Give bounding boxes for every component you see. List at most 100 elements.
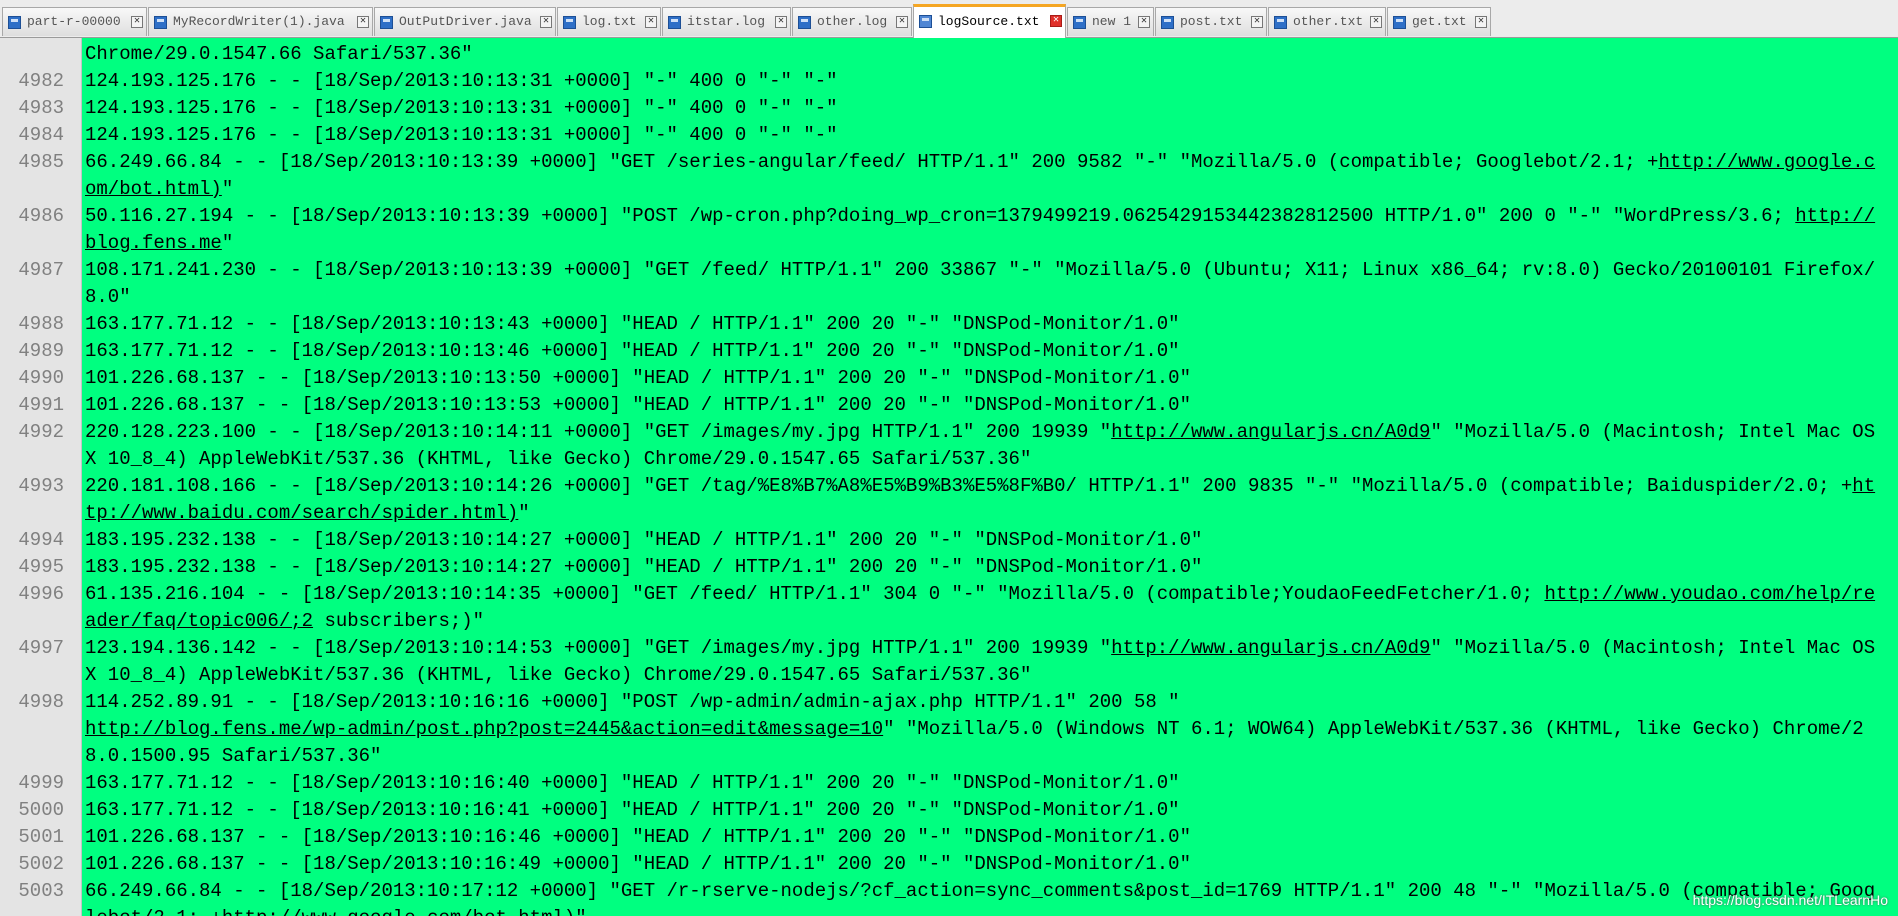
line-text[interactable]: 124.193.125.176 - - [18/Sep/2013:10:13:3… (85, 95, 1880, 122)
code-line[interactable]: 4988 163.177.71.12 - - [18/Sep/2013:10:13… (0, 311, 1898, 338)
code-line[interactable]: 4998 114.252.89.91 - - [18/Sep/2013:10:16… (0, 689, 1898, 770)
line-text[interactable]: 108.171.241.230 - - [18/Sep/2013:10:13:3… (85, 257, 1880, 311)
line-text[interactable]: 123.194.136.142 - - [18/Sep/2013:10:14:5… (85, 635, 1880, 689)
line-text[interactable]: 183.195.232.138 - - [18/Sep/2013:10:14:2… (85, 527, 1880, 554)
code-line[interactable]: 4987 108.171.241.230 - - [18/Sep/2013:10:… (0, 257, 1898, 311)
code-line[interactable]: 4990 101.226.68.137 - - [18/Sep/2013:10:1… (0, 365, 1898, 392)
code-line[interactable]: 4985 66.249.66.84 - - [18/Sep/2013:10:13:… (0, 149, 1898, 203)
code-line[interactable]: 4994 183.195.232.138 - - [18/Sep/2013:10:… (0, 527, 1898, 554)
line-text[interactable]: 101.226.68.137 - - [18/Sep/2013:10:16:46… (85, 824, 1880, 851)
line-number: 4983 (18, 97, 64, 119)
url-link[interactable]: http://blog.fens.me/wp-admin/post.php?po… (85, 718, 883, 740)
line-text[interactable]: 101.226.68.137 - - [18/Sep/2013:10:13:50… (85, 365, 1880, 392)
line-number: 4997 (18, 637, 64, 659)
code-line[interactable]: 4999 163.177.71.12 - - [18/Sep/2013:10:16… (0, 770, 1898, 797)
line-number: 4998 (18, 691, 64, 713)
close-icon[interactable]: ✕ (1138, 16, 1150, 28)
text-segment: 163.177.71.12 - - [18/Sep/2013:10:16:40 … (85, 772, 1180, 794)
close-icon[interactable]: ✕ (775, 16, 787, 28)
line-number: 4994 (18, 529, 64, 551)
tab-new-1[interactable]: new 1 ✕ (1067, 7, 1154, 36)
code-line[interactable]: 4984 124.193.125.176 - - [18/Sep/2013:10:… (0, 122, 1898, 149)
code-line[interactable]: 5001 101.226.68.137 - - [18/Sep/2013:10:1… (0, 824, 1898, 851)
tab-other-txt[interactable]: other.txt ✕ (1268, 7, 1386, 36)
save-file-icon (919, 15, 932, 28)
code-line[interactable]: 4986 50.116.27.194 - - [18/Sep/2013:10:13… (0, 203, 1898, 257)
line-text[interactable]: 220.181.108.166 - - [18/Sep/2013:10:14:2… (85, 473, 1880, 527)
tab-post-txt[interactable]: post.txt ✕ (1155, 7, 1267, 36)
file-icon (798, 16, 811, 29)
tab-myrecordwriter[interactable]: MyRecordWriter(1).java ✕ (148, 7, 373, 36)
close-icon[interactable]: ✕ (357, 16, 369, 28)
code-line[interactable]: 5002 101.226.68.137 - - [18/Sep/2013:10:1… (0, 851, 1898, 878)
code-line[interactable]: 5003 66.249.66.84 - - [18/Sep/2013:10:17:… (0, 878, 1898, 916)
close-icon[interactable]: ✕ (131, 16, 143, 28)
close-icon[interactable]: ✕ (1251, 16, 1263, 28)
line-text[interactable]: 124.193.125.176 - - [18/Sep/2013:10:13:3… (85, 68, 1880, 95)
text-segment: 61.135.216.104 - - [18/Sep/2013:10:14:35… (85, 583, 1545, 605)
tab-log-txt[interactable]: log.txt ✕ (557, 7, 661, 36)
editor-content[interactable]: Chrome/29.0.1547.66 Safari/537.36" 4982 12… (0, 38, 1898, 916)
text-segment: Chrome/29.0.1547.66 Safari/537.36" (85, 43, 473, 65)
line-text[interactable]: 124.193.125.176 - - [18/Sep/2013:10:13:3… (85, 122, 1880, 149)
line-number: 4982 (18, 70, 64, 92)
code-line[interactable]: 5000 163.177.71.12 - - [18/Sep/2013:10:16… (0, 797, 1898, 824)
url-link[interactable]: http://www.angularjs.cn/A0d9 (1111, 421, 1430, 443)
code-line[interactable]: 4989 163.177.71.12 - - [18/Sep/2013:10:13… (0, 338, 1898, 365)
close-icon[interactable]: ✕ (1050, 15, 1062, 27)
line-number: 4986 (18, 205, 64, 227)
line-text[interactable]: 183.195.232.138 - - [18/Sep/2013:10:14:2… (85, 554, 1880, 581)
text-editor[interactable]: Chrome/29.0.1547.66 Safari/537.36" 4982 12… (0, 38, 1898, 916)
text-segment: 183.195.232.138 - - [18/Sep/2013:10:14:2… (85, 529, 1203, 551)
code-line[interactable]: 4983 124.193.125.176 - - [18/Sep/2013:10:… (0, 95, 1898, 122)
code-line[interactable]: 4996 61.135.216.104 - - [18/Sep/2013:10:1… (0, 581, 1898, 635)
line-number: 4995 (18, 556, 64, 578)
line-text[interactable]: 163.177.71.12 - - [18/Sep/2013:10:16:41 … (85, 797, 1880, 824)
tab-logsource-txt[interactable]: logSource.txt ✕ (913, 4, 1066, 38)
line-text[interactable]: 61.135.216.104 - - [18/Sep/2013:10:14:35… (85, 581, 1880, 635)
url-link[interactable]: http://www.google.com/bot.html) (222, 907, 575, 916)
close-icon[interactable]: ✕ (645, 16, 657, 28)
text-segment: 101.226.68.137 - - [18/Sep/2013:10:13:53… (85, 394, 1191, 416)
tab-part-r-00000[interactable]: part-r-00000 ✕ (2, 7, 147, 36)
code-line[interactable]: 4982 124.193.125.176 - - [18/Sep/2013:10:… (0, 68, 1898, 95)
code-line[interactable]: Chrome/29.0.1547.66 Safari/537.36" (0, 41, 1898, 68)
close-icon[interactable]: ✕ (896, 16, 908, 28)
text-segment: 101.226.68.137 - - [18/Sep/2013:10:13:50… (85, 367, 1191, 389)
line-number: 4989 (18, 340, 64, 362)
text-segment: 163.177.71.12 - - [18/Sep/2013:10:16:41 … (85, 799, 1180, 821)
code-line[interactable]: 4992 220.128.223.100 - - [18/Sep/2013:10:… (0, 419, 1898, 473)
code-line[interactable]: 4991 101.226.68.137 - - [18/Sep/2013:10:1… (0, 392, 1898, 419)
close-icon[interactable]: ✕ (1370, 16, 1382, 28)
line-number: 4987 (18, 259, 64, 281)
line-text[interactable]: 220.128.223.100 - - [18/Sep/2013:10:14:1… (85, 419, 1880, 473)
code-line[interactable]: 4995 183.195.232.138 - - [18/Sep/2013:10:… (0, 554, 1898, 581)
text-segment: " (575, 907, 586, 916)
line-text[interactable]: 163.177.71.12 - - [18/Sep/2013:10:13:46 … (85, 338, 1880, 365)
tab-label: get.txt (1412, 14, 1467, 29)
close-icon[interactable]: ✕ (1475, 16, 1487, 28)
tab-get-txt[interactable]: get.txt ✕ (1387, 7, 1491, 36)
tab-other-log[interactable]: other.log ✕ (792, 7, 912, 36)
tab-itstar-log[interactable]: itstar.log ✕ (662, 7, 791, 36)
line-text[interactable]: Chrome/29.0.1547.66 Safari/537.36" (85, 41, 1880, 68)
vertical-scrollbar[interactable] (1892, 38, 1898, 916)
code-line[interactable]: 4993 220.181.108.166 - - [18/Sep/2013:10:… (0, 473, 1898, 527)
line-text[interactable]: 101.226.68.137 - - [18/Sep/2013:10:16:49… (85, 851, 1880, 878)
line-number: 4993 (18, 475, 64, 497)
code-line[interactable]: 4997 123.194.136.142 - - [18/Sep/2013:10:… (0, 635, 1898, 689)
line-text[interactable]: 101.226.68.137 - - [18/Sep/2013:10:13:53… (85, 392, 1880, 419)
line-number: 5002 (18, 853, 64, 875)
close-icon[interactable]: ✕ (540, 16, 552, 28)
line-text[interactable]: 66.249.66.84 - - [18/Sep/2013:10:17:12 +… (85, 878, 1880, 916)
tab-outputdriver[interactable]: OutPutDriver.java ✕ (374, 7, 556, 36)
line-text[interactable]: 50.116.27.194 - - [18/Sep/2013:10:13:39 … (85, 203, 1880, 257)
line-text[interactable]: 163.177.71.12 - - [18/Sep/2013:10:16:40 … (85, 770, 1880, 797)
line-text[interactable]: 114.252.89.91 - - [18/Sep/2013:10:16:16 … (85, 689, 1880, 770)
url-link[interactable]: http://www.angularjs.cn/A0d9 (1111, 637, 1430, 659)
line-text[interactable]: 163.177.71.12 - - [18/Sep/2013:10:13:43 … (85, 311, 1880, 338)
line-text[interactable]: 66.249.66.84 - - [18/Sep/2013:10:13:39 +… (85, 149, 1880, 203)
line-number: 5000 (18, 799, 64, 821)
line-number: 4984 (18, 124, 64, 146)
text-segment: 124.193.125.176 - - [18/Sep/2013:10:13:3… (85, 124, 838, 146)
